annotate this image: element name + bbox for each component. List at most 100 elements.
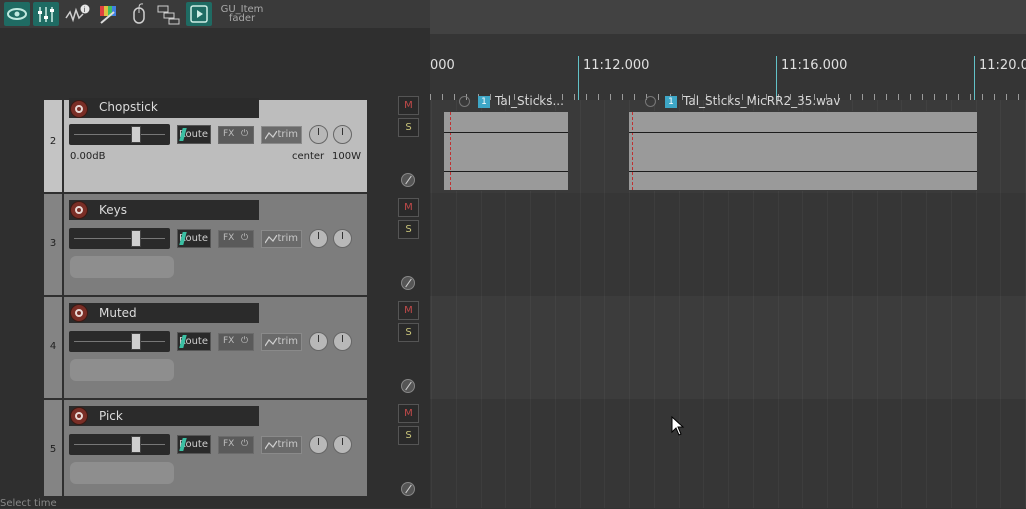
status-text: Select time <box>0 498 57 509</box>
route-button[interactable]: Route <box>177 125 211 144</box>
window-layout-icon[interactable] <box>155 2 181 26</box>
track-number[interactable]: 5 <box>44 400 62 496</box>
trim-label: trim <box>277 336 298 347</box>
track-meter <box>70 462 174 484</box>
fx-button[interactable]: FX ⏻ <box>218 333 254 351</box>
route-button[interactable]: Route <box>177 435 211 454</box>
track-number[interactable]: 2 <box>44 100 62 192</box>
pan-knob[interactable] <box>309 229 328 248</box>
mute-button[interactable]: M <box>398 198 419 217</box>
ruler-label: 11:16.000 <box>781 58 848 73</box>
grid-line <box>431 100 432 508</box>
track-name: Chopstick <box>99 100 158 114</box>
item-name: Tal_Sticks... <box>495 94 564 108</box>
volume-fader[interactable] <box>69 228 170 249</box>
mute-button[interactable]: M <box>398 404 419 423</box>
fader-knob[interactable] <box>131 333 141 350</box>
envelope-info-icon[interactable]: i <box>64 2 90 26</box>
take-envelope-icon[interactable] <box>459 96 470 107</box>
record-arm-button[interactable] <box>70 201 88 219</box>
pan-knob[interactable] <box>309 435 328 454</box>
track-panel-pick[interactable]: Pick Route FX ⏻ trim <box>64 400 367 496</box>
arrange-header <box>430 0 1026 34</box>
media-item[interactable] <box>443 111 569 191</box>
phase-invert-icon[interactable] <box>401 379 415 393</box>
width-knob[interactable] <box>333 435 352 454</box>
record-arm-button[interactable] <box>70 407 88 425</box>
grid-line <box>580 100 581 508</box>
phase-invert-icon[interactable] <box>401 173 415 187</box>
mute-button[interactable]: M <box>398 301 419 320</box>
record-arm-button[interactable] <box>70 100 88 118</box>
width-knob[interactable] <box>333 125 352 144</box>
trim-button[interactable]: trim <box>261 436 302 454</box>
trim-button[interactable]: trim <box>261 230 302 248</box>
width-readout: 100W <box>332 151 361 162</box>
phase-invert-icon[interactable] <box>401 276 415 290</box>
track-name: Pick <box>99 409 123 423</box>
trim-button[interactable]: trim <box>261 126 302 144</box>
power-icon[interactable]: ⏻ <box>241 233 248 243</box>
main-toolbar: i GU_Item fader <box>0 0 430 29</box>
pan-knob[interactable] <box>309 125 328 144</box>
track-meter <box>70 256 174 278</box>
fx-label: FX <box>223 129 235 139</box>
route-button[interactable]: Route <box>177 332 211 351</box>
track-number[interactable]: 4 <box>44 297 62 398</box>
toolbar-sublabel: fader <box>228 13 256 24</box>
fx-label: FX <box>223 233 235 243</box>
track-name: Muted <box>99 306 137 320</box>
solo-button[interactable]: S <box>398 426 419 445</box>
pan-readout: center <box>292 151 325 162</box>
route-button[interactable]: Route <box>177 229 211 248</box>
width-knob[interactable] <box>333 229 352 248</box>
power-icon[interactable]: ⏻ <box>241 439 248 449</box>
color-icon[interactable] <box>96 2 122 26</box>
ruler-label: 11:12.000 <box>583 58 650 73</box>
solo-button[interactable]: S <box>398 118 419 137</box>
volume-fader[interactable] <box>69 434 170 455</box>
power-icon[interactable]: ⏻ <box>241 129 248 139</box>
take-number-badge: 1 <box>478 96 490 108</box>
trim-label: trim <box>277 129 298 140</box>
fx-button[interactable]: FX ⏻ <box>218 126 254 144</box>
item-name: Tal_Sticks_MicRR2_35.wav <box>683 94 841 108</box>
width-knob[interactable] <box>333 332 352 351</box>
track-name-field[interactable]: Chopstick <box>69 98 259 118</box>
track-name-field[interactable]: Muted <box>69 303 259 323</box>
mouse-icon[interactable] <box>126 2 152 26</box>
track-name-field[interactable]: Keys <box>69 200 259 220</box>
fader-knob[interactable] <box>131 126 141 143</box>
fader-knob[interactable] <box>131 230 141 247</box>
volume-fader[interactable] <box>69 124 170 145</box>
track-panel-keys[interactable]: Keys Route FX ⏻ trim <box>64 194 367 295</box>
ruler-region-band[interactable] <box>430 34 1026 56</box>
track-panel-muted[interactable]: Muted Route FX ⏻ trim <box>64 297 367 398</box>
take-number-badge: 1 <box>665 96 677 108</box>
show-item-icon[interactable] <box>4 2 30 26</box>
solo-button[interactable]: S <box>398 323 419 342</box>
fx-button[interactable]: FX ⏻ <box>218 230 254 248</box>
volume-fader[interactable] <box>69 331 170 352</box>
track-number[interactable]: 3 <box>44 194 62 295</box>
fx-label: FX <box>223 336 235 346</box>
fx-button[interactable]: FX ⏻ <box>218 436 254 454</box>
phase-invert-icon[interactable] <box>401 482 415 496</box>
track-meter <box>70 359 174 381</box>
trim-button[interactable]: trim <box>261 333 302 351</box>
trim-label: trim <box>277 439 298 450</box>
record-arm-button[interactable] <box>70 304 88 322</box>
track-name-field[interactable]: Pick <box>69 406 259 426</box>
mixer-icon[interactable] <box>33 2 59 26</box>
take-envelope-icon[interactable] <box>645 96 656 107</box>
solo-button[interactable]: S <box>398 220 419 239</box>
ruler-label: 11:20.0 <box>979 58 1026 73</box>
mouse-cursor-icon <box>671 416 685 436</box>
grid-line <box>1000 100 1001 508</box>
pan-knob[interactable] <box>309 332 328 351</box>
media-item[interactable] <box>628 111 978 191</box>
track-panel-chopstick[interactable]: Chopstick Route FX ⏻ trim 0.00dB center … <box>64 98 367 192</box>
mute-button[interactable]: M <box>398 96 419 115</box>
fader-knob[interactable] <box>131 436 141 453</box>
power-icon[interactable]: ⏻ <box>241 336 248 346</box>
